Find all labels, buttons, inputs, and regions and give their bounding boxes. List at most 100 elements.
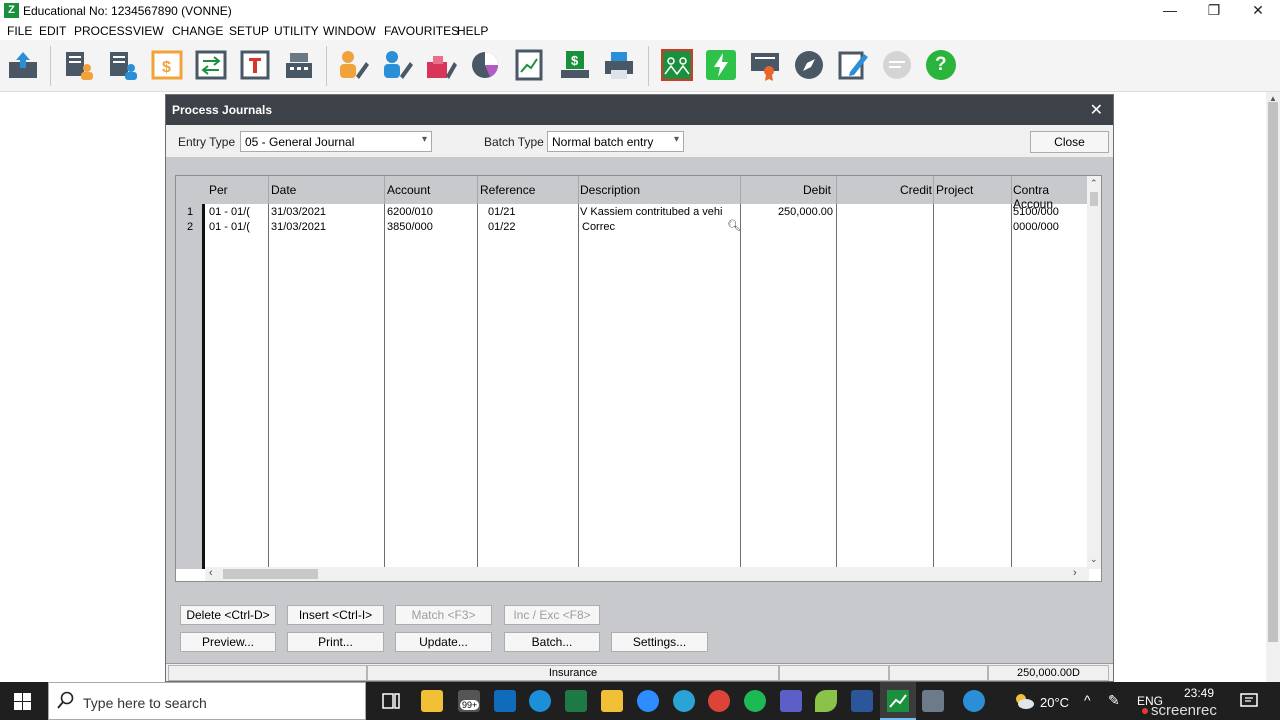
task-view-icon[interactable]	[380, 690, 402, 712]
column-debit[interactable]: Debit	[803, 183, 831, 197]
scroll-right-icon[interactable]: ›	[1073, 567, 1077, 579]
active-app-highlight[interactable]	[880, 682, 916, 720]
menu-process[interactable]: PROCESS	[74, 24, 133, 38]
cell-date[interactable]: 31/03/2021	[271, 206, 326, 218]
update-button[interactable]: Update...	[395, 632, 492, 652]
restore-button[interactable]: ❐	[1192, 0, 1236, 22]
cell-per[interactable]: 01 - 01/(	[209, 221, 267, 233]
printer-icon[interactable]	[602, 48, 636, 82]
lightning-icon[interactable]	[704, 48, 738, 82]
user-edit-icon[interactable]	[336, 48, 370, 82]
notifications-icon[interactable]	[1240, 692, 1258, 713]
entry-type-select[interactable]: 05 - General Journal ▾	[240, 131, 432, 152]
menu-file[interactable]: FILE	[7, 24, 32, 38]
column-date[interactable]: Date	[271, 183, 296, 197]
cell-account[interactable]: 6200/010	[387, 206, 433, 218]
settings-button[interactable]: Settings...	[611, 632, 708, 652]
pie-chart-icon[interactable]	[468, 48, 502, 82]
cell-contra-account[interactable]: 0000/000	[1013, 221, 1059, 233]
inventory-icon[interactable]	[424, 48, 458, 82]
grid-horizontal-scrollbar[interactable]: ‹ ›	[205, 567, 1089, 581]
inc-exc-button[interactable]: Inc / Exc <F8>	[504, 605, 600, 625]
scroll-down-icon[interactable]: ⌄	[1090, 554, 1098, 565]
cell-description[interactable]: V Kassiem contritubed a vehi	[580, 206, 738, 218]
batch-type-select[interactable]: Normal batch entry ▾	[547, 131, 684, 152]
description-input[interactable]: Correc	[582, 221, 615, 233]
export-icon[interactable]	[6, 48, 40, 82]
banking-icon[interactable]: $	[558, 48, 592, 82]
grid-vscroll-thumb[interactable]	[1090, 192, 1098, 206]
scroll-left-icon[interactable]: ‹	[209, 567, 213, 579]
edge-icon[interactable]	[529, 690, 551, 712]
menu-window[interactable]: WINDOW	[323, 24, 376, 38]
close-window-button[interactable]: ✕	[1236, 0, 1280, 22]
cashbook-icon[interactable]: $	[150, 48, 184, 82]
calculator-icon[interactable]	[922, 690, 944, 712]
menu-favourites[interactable]: FAVOURITES	[384, 24, 459, 38]
mail-icon[interactable]: 99+	[458, 690, 480, 712]
certificate-icon[interactable]	[748, 48, 782, 82]
outlook-icon[interactable]	[494, 690, 516, 712]
teams-icon[interactable]	[780, 690, 802, 712]
edit-icon[interactable]	[836, 48, 870, 82]
cell-debit[interactable]: 250,000.00	[746, 206, 833, 218]
description-editor[interactable]: Correc 🔍︎	[580, 219, 741, 234]
minimize-button[interactable]: —	[1148, 0, 1192, 22]
cell-reference[interactable]: 01/21	[488, 206, 516, 218]
column-account[interactable]: Account	[387, 183, 430, 197]
menu-utility[interactable]: UTILITY	[274, 24, 319, 38]
excel-icon[interactable]	[565, 690, 587, 712]
chevron-up-icon[interactable]: ^	[1084, 692, 1091, 708]
customer-icon[interactable]	[62, 48, 96, 82]
menu-change[interactable]: CHANGE	[172, 24, 223, 38]
leaf-app-icon[interactable]	[815, 690, 837, 712]
chrome-icon[interactable]	[708, 690, 730, 712]
menu-edit[interactable]: EDIT	[39, 24, 66, 38]
help-tray-icon[interactable]	[963, 690, 985, 712]
user-pencil-icon[interactable]	[380, 48, 414, 82]
insert-button[interactable]: Insert <Ctrl-I>	[287, 605, 384, 625]
compass-icon[interactable]	[792, 48, 826, 82]
main-scrollbar[interactable]: ▲	[1266, 92, 1280, 682]
scroll-up-icon[interactable]: ⌃	[1090, 178, 1098, 189]
menu-setup[interactable]: SETUP	[229, 24, 269, 38]
grid-hscroll-thumb[interactable]	[223, 569, 318, 579]
preview-button[interactable]: Preview...	[180, 632, 276, 652]
match-button[interactable]: Match <F3>	[395, 605, 492, 625]
column-project[interactable]: Project	[936, 183, 973, 197]
clock-time[interactable]: 23:49	[1184, 686, 1214, 700]
column-reference[interactable]: Reference	[480, 183, 535, 197]
file-explorer-icon[interactable]	[421, 690, 443, 712]
cell-account[interactable]: 3850/000	[387, 221, 433, 233]
chat-icon[interactable]	[880, 48, 914, 82]
menu-help[interactable]: HELP	[457, 24, 488, 38]
column-per[interactable]: Per	[209, 183, 228, 197]
cell-per[interactable]: 01 - 01/(	[209, 206, 267, 218]
camera-icon[interactable]	[673, 690, 695, 712]
windows-start-icon[interactable]	[14, 693, 31, 713]
pen-icon[interactable]: ✎	[1108, 692, 1120, 709]
help-icon[interactable]: ?	[924, 48, 958, 82]
lookup-icon[interactable]: 🔍︎	[727, 219, 741, 232]
word-icon[interactable]	[851, 690, 873, 712]
cell-date[interactable]: 31/03/2021	[271, 221, 326, 233]
grid-vertical-scrollbar[interactable]: ⌃ ⌄	[1087, 176, 1101, 569]
cell-contra-account[interactable]: 5100/000	[1013, 206, 1059, 218]
close-button[interactable]: Close	[1030, 131, 1109, 153]
transfer-icon[interactable]	[194, 48, 228, 82]
print-button[interactable]: Print...	[287, 632, 384, 652]
cell-reference[interactable]: 01/22	[488, 221, 516, 233]
column-credit[interactable]: Credit	[900, 183, 932, 197]
cash-register-icon[interactable]	[282, 48, 316, 82]
dialog-close-icon[interactable]: ✕	[1090, 100, 1103, 120]
folder-icon[interactable]	[601, 690, 623, 712]
document-icon[interactable]	[238, 48, 272, 82]
spotify-icon[interactable]	[744, 690, 766, 712]
team-icon[interactable]	[660, 48, 694, 82]
batch-button[interactable]: Batch...	[504, 632, 600, 652]
supplier-icon[interactable]	[106, 48, 140, 82]
delete-button[interactable]: Delete <Ctrl-D>	[180, 605, 276, 625]
trend-report-icon[interactable]	[512, 48, 546, 82]
zoom-icon[interactable]	[637, 690, 659, 712]
column-description[interactable]: Description	[580, 183, 640, 197]
